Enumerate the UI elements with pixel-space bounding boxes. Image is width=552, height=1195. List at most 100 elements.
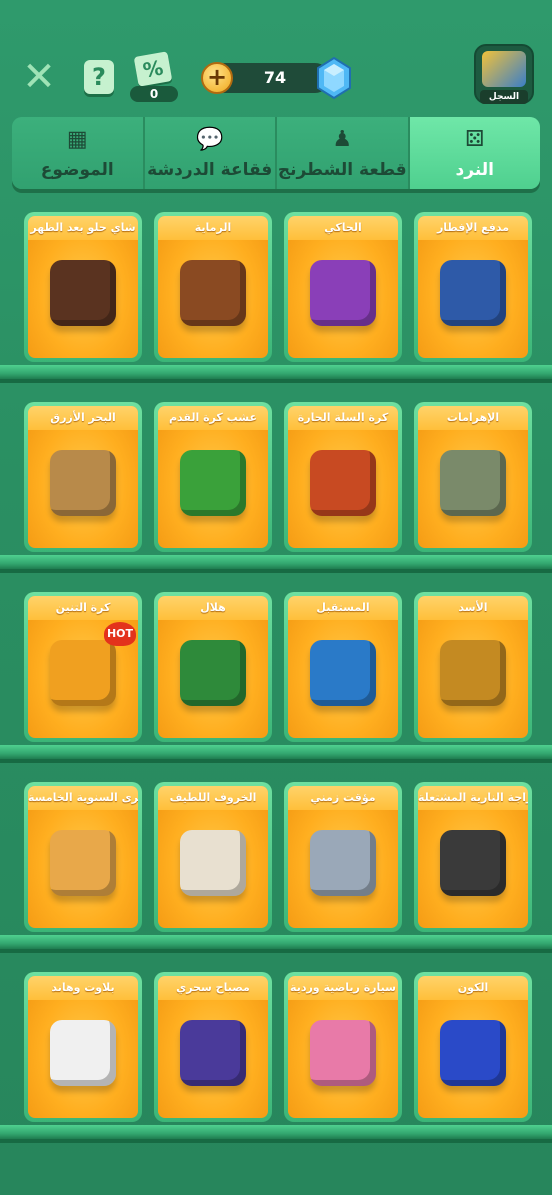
dice-card-title: الإهرامات xyxy=(418,406,528,430)
dice-preview xyxy=(50,1019,116,1086)
dice-preview xyxy=(180,639,246,706)
tab-chess-piece[interactable]: ♟ قطعة الشطرنج xyxy=(277,117,410,189)
dice-preview xyxy=(310,1019,376,1086)
dice-icon xyxy=(50,1019,116,1086)
dice-card-title: مصباح سحري xyxy=(158,976,268,1000)
gem-count: 74 xyxy=(263,68,287,87)
history-label: السجل xyxy=(480,90,528,104)
dice-card-title: المستقبل xyxy=(288,596,398,620)
hot-badge: HOT xyxy=(104,622,136,646)
dice-card[interactable]: الذكرى السنوية الخامسة xyxy=(24,782,142,932)
shelf-row: الإهرامات كرة السلة الحارة عشب كرة القدم ال… xyxy=(0,388,552,578)
dice-icon xyxy=(440,1019,506,1086)
dice-card-body: الدراجة النارية المشتعلة xyxy=(418,786,528,928)
tab-label: قطعة الشطرنج xyxy=(277,160,407,180)
dice-card[interactable]: المستقبل xyxy=(284,592,402,742)
shelf-board xyxy=(0,555,552,569)
tab-theme[interactable]: ▦ الموضوع xyxy=(12,117,145,189)
dice-icon xyxy=(310,259,376,326)
dice-icon xyxy=(440,259,506,326)
close-icon[interactable]: ✕ xyxy=(20,57,58,97)
dice-card-body: مؤقت زمني xyxy=(288,786,398,928)
dice-shelves: مدفع الإفطار الحاكي الرماية شاي حلو بعد الظ… xyxy=(0,198,552,1195)
dice-card-body: كرة السلة الحارة xyxy=(288,406,398,548)
plus-icon[interactable]: + xyxy=(201,62,233,94)
dice-icon xyxy=(50,829,116,896)
dice-card[interactable]: الخروف اللطيف xyxy=(154,782,272,932)
dice-card[interactable]: كرة التنين HOT xyxy=(24,592,142,742)
dice-icon xyxy=(180,259,246,326)
dice-card-title: الرماية xyxy=(158,216,268,240)
grid-icon: ▦ xyxy=(66,127,88,152)
dice-card-title: الذكرى السنوية الخامسة xyxy=(28,786,138,810)
dice-card-title: مدفع الإفطار xyxy=(418,216,528,240)
dice-card-title: الخروف اللطيف xyxy=(158,786,268,810)
dice-icon xyxy=(180,829,246,896)
dice-card[interactable]: سيارة رياضية وردية xyxy=(284,972,402,1122)
shelf-row: الدراجة النارية المشتعلة مؤقت زمني الخروف … xyxy=(0,768,552,958)
dice-card[interactable]: مدفع الإفطار xyxy=(414,212,532,362)
tab-label: النرد xyxy=(455,160,494,180)
dice-icon xyxy=(180,449,246,516)
dice-card-title: سيارة رياضية وردية xyxy=(288,976,398,1000)
dice-card[interactable]: بلاوت وهاند xyxy=(24,972,142,1122)
dice-card[interactable]: شاي حلو بعد الظهر xyxy=(24,212,142,362)
dice-card[interactable]: البحر الأزرق xyxy=(24,402,142,552)
history-button[interactable]: السجل xyxy=(474,44,534,104)
dice-card[interactable]: الرماية xyxy=(154,212,272,362)
dice-card[interactable]: مصباح سحري xyxy=(154,972,272,1122)
dice-card-body: الخروف اللطيف xyxy=(158,786,268,928)
shelf-row: مدفع الإفطار الحاكي الرماية شاي حلو بعد الظ… xyxy=(0,198,552,388)
tab-label: الموضوع xyxy=(40,160,114,180)
dice-card-body: الرماية xyxy=(158,216,268,358)
tab-label: فقاعة الدردشة xyxy=(147,160,273,180)
dice-card-title: مؤقت زمني xyxy=(288,786,398,810)
dice-card-title: بلاوت وهاند xyxy=(28,976,138,1000)
dice-card-title: عشب كرة القدم xyxy=(158,406,268,430)
dice-card[interactable]: الكون xyxy=(414,972,532,1122)
dice-card-body: البحر الأزرق xyxy=(28,406,138,548)
dice-card[interactable]: الإهرامات xyxy=(414,402,532,552)
dice-card-title: هلال xyxy=(158,596,268,620)
dice-card-body: الذكرى السنوية الخامسة xyxy=(28,786,138,928)
dice-card-body: مصباح سحري xyxy=(158,976,268,1118)
dice-card-body: الأسد xyxy=(418,596,528,738)
help-icon[interactable]: ? xyxy=(84,60,114,94)
shelf-row: الكون سيارة رياضية وردية مصباح سحري بلاوت و… xyxy=(0,958,552,1148)
chat-icon: 💬 xyxy=(196,127,224,152)
dice-card-body: هلال xyxy=(158,596,268,738)
dice-icon xyxy=(180,639,246,706)
dice-icon xyxy=(440,829,506,896)
discount-icon: % xyxy=(133,51,173,87)
dice-icon xyxy=(440,449,506,516)
dice-card[interactable]: مؤقت زمني xyxy=(284,782,402,932)
dice-preview xyxy=(440,639,506,706)
dice-card[interactable]: الأسد xyxy=(414,592,532,742)
dice-card[interactable]: الدراجة النارية المشتعلة xyxy=(414,782,532,932)
discount-count: 0 xyxy=(130,86,178,102)
dice-card-body: الحاكي xyxy=(288,216,398,358)
history-avatar xyxy=(482,51,526,87)
dice-icon xyxy=(310,639,376,706)
dice-card-body: عشب كرة القدم xyxy=(158,406,268,548)
dice-icon xyxy=(50,639,116,706)
dice-preview xyxy=(440,1019,506,1086)
shelf-board xyxy=(0,745,552,759)
dice-card[interactable]: عشب كرة القدم xyxy=(154,402,272,552)
tab-chat-bubble[interactable]: 💬 فقاعة الدردشة xyxy=(144,117,277,189)
tab-dice[interactable]: ⚄ النرد xyxy=(409,117,540,189)
dice-preview xyxy=(50,449,116,516)
dice-card[interactable]: هلال xyxy=(154,592,272,742)
discount-button[interactable]: % 0 xyxy=(128,51,180,102)
dice-icon xyxy=(180,1019,246,1086)
dice-card[interactable]: كرة السلة الحارة xyxy=(284,402,402,552)
dice-preview xyxy=(180,829,246,896)
dice-card-body: الإهرامات xyxy=(418,406,528,548)
dice-preview xyxy=(180,259,246,326)
top-bar: ✕ ? % 0 74 + السجل xyxy=(0,0,552,115)
dice-card[interactable]: الحاكي xyxy=(284,212,402,362)
dice-card-body: سيارة رياضية وردية xyxy=(288,976,398,1118)
dice-card-title: الكون xyxy=(418,976,528,1000)
dice-preview xyxy=(50,829,116,896)
shelf-board xyxy=(0,365,552,379)
